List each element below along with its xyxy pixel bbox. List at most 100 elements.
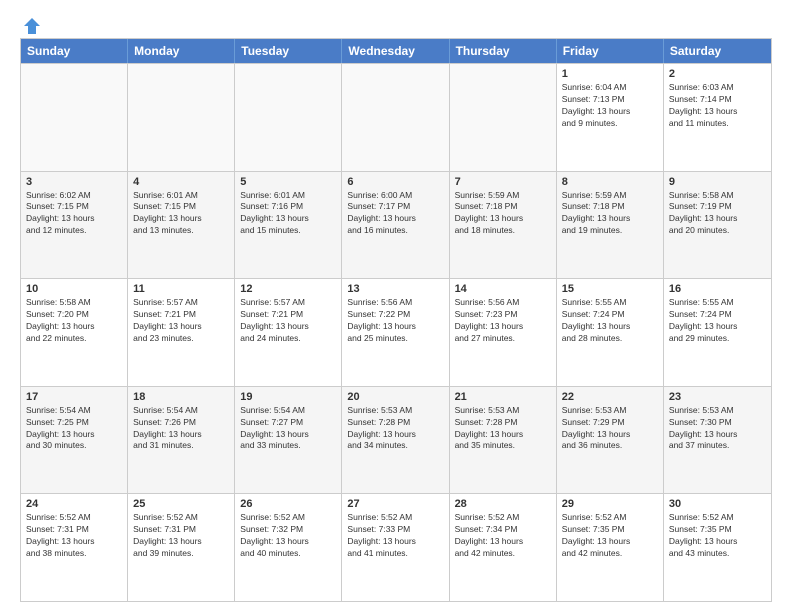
day-info: Sunrise: 5:54 AM Sunset: 7:25 PM Dayligh… [26,405,122,453]
day-number: 18 [133,391,229,403]
day-number: 8 [562,176,658,188]
day-number: 10 [26,283,122,295]
calendar-cell-27: 27 Sunrise: 5:52 AM Sunset: 7:33 PM Dayli… [342,494,449,601]
day-info: Sunrise: 5:56 AM Sunset: 7:23 PM Dayligh… [455,297,551,345]
calendar-body: 1 Sunrise: 6:04 AM Sunset: 7:13 PM Daylig… [21,63,771,601]
day-number: 30 [669,498,766,510]
calendar-cell-empty-4 [450,64,557,171]
day-number: 21 [455,391,551,403]
calendar-cell-19: 19 Sunrise: 5:54 AM Sunset: 7:27 PM Dayli… [235,387,342,494]
logo-icon [22,16,42,36]
day-info: Sunrise: 5:55 AM Sunset: 7:24 PM Dayligh… [669,297,766,345]
calendar-cell-15: 15 Sunrise: 5:55 AM Sunset: 7:24 PM Dayli… [557,279,664,386]
day-info: Sunrise: 5:57 AM Sunset: 7:21 PM Dayligh… [133,297,229,345]
calendar-cell-8: 8 Sunrise: 5:59 AM Sunset: 7:18 PM Daylig… [557,172,664,279]
calendar-cell-14: 14 Sunrise: 5:56 AM Sunset: 7:23 PM Dayli… [450,279,557,386]
calendar-cell-12: 12 Sunrise: 5:57 AM Sunset: 7:21 PM Dayli… [235,279,342,386]
calendar-cell-2: 2 Sunrise: 6:03 AM Sunset: 7:14 PM Daylig… [664,64,771,171]
calendar-cell-24: 24 Sunrise: 5:52 AM Sunset: 7:31 PM Dayli… [21,494,128,601]
day-info: Sunrise: 5:52 AM Sunset: 7:31 PM Dayligh… [133,512,229,560]
day-info: Sunrise: 5:52 AM Sunset: 7:33 PM Dayligh… [347,512,443,560]
calendar-cell-7: 7Sunrise: 5:59 AM Sunset: 7:18 PM Daylig… [450,172,557,279]
calendar-cell-20: 20Sunrise: 5:53 AM Sunset: 7:28 PM Dayli… [342,387,449,494]
day-number: 2 [669,68,766,80]
calendar-row-3: 10 Sunrise: 5:58 AM Sunset: 7:20 PM Dayli… [21,278,771,386]
calendar-cell-16: 16 Sunrise: 5:55 AM Sunset: 7:24 PM Dayli… [664,279,771,386]
calendar-cell-3: 3Sunrise: 6:02 AM Sunset: 7:15 PM Daylig… [21,172,128,279]
calendar-cell-13: 13Sunrise: 5:56 AM Sunset: 7:22 PM Dayli… [342,279,449,386]
day-info: Sunrise: 5:55 AM Sunset: 7:24 PM Dayligh… [562,297,658,345]
day-info: Sunrise: 5:57 AM Sunset: 7:21 PM Dayligh… [240,297,336,345]
calendar-cell-18: 18 Sunrise: 5:54 AM Sunset: 7:26 PM Dayli… [128,387,235,494]
day-info: Sunrise: 5:54 AM Sunset: 7:26 PM Dayligh… [133,405,229,453]
calendar-row-1: 1 Sunrise: 6:04 AM Sunset: 7:13 PM Daylig… [21,63,771,171]
header [20,16,772,32]
day-number: 7 [455,176,551,188]
calendar-cell-22: 22 Sunrise: 5:53 AM Sunset: 7:29 PM Dayli… [557,387,664,494]
day-info: Sunrise: 5:52 AM Sunset: 7:31 PM Dayligh… [26,512,122,560]
calendar: SundayMondayTuesdayWednesdayThursdayFrid… [20,38,772,602]
calendar-cell-6: 6 Sunrise: 6:00 AM Sunset: 7:17 PM Daylig… [342,172,449,279]
calendar-cell-10: 10 Sunrise: 5:58 AM Sunset: 7:20 PM Dayli… [21,279,128,386]
day-number: 1 [562,68,658,80]
day-number: 6 [347,176,443,188]
calendar-cell-empty-0 [21,64,128,171]
day-number: 27 [347,498,443,510]
calendar-header: SundayMondayTuesdayWednesdayThursdayFrid… [21,39,771,63]
weekday-header-wednesday: Wednesday [342,39,449,63]
calendar-row-2: 3Sunrise: 6:02 AM Sunset: 7:15 PM Daylig… [21,171,771,279]
calendar-row-5: 24 Sunrise: 5:52 AM Sunset: 7:31 PM Dayli… [21,493,771,601]
calendar-cell-17: 17Sunrise: 5:54 AM Sunset: 7:25 PM Dayli… [21,387,128,494]
day-number: 14 [455,283,551,295]
day-number: 15 [562,283,658,295]
day-info: Sunrise: 6:02 AM Sunset: 7:15 PM Dayligh… [26,190,122,238]
page: SundayMondayTuesdayWednesdayThursdayFrid… [0,0,792,612]
day-info: Sunrise: 5:53 AM Sunset: 7:28 PM Dayligh… [455,405,551,453]
weekday-header-sunday: Sunday [21,39,128,63]
day-number: 5 [240,176,336,188]
day-info: Sunrise: 5:54 AM Sunset: 7:27 PM Dayligh… [240,405,336,453]
calendar-cell-23: 23 Sunrise: 5:53 AM Sunset: 7:30 PM Dayli… [664,387,771,494]
day-info: Sunrise: 5:52 AM Sunset: 7:32 PM Dayligh… [240,512,336,560]
calendar-cell-empty-1 [128,64,235,171]
day-number: 24 [26,498,122,510]
day-number: 25 [133,498,229,510]
weekday-header-tuesday: Tuesday [235,39,342,63]
day-number: 12 [240,283,336,295]
day-info: Sunrise: 5:52 AM Sunset: 7:35 PM Dayligh… [669,512,766,560]
day-number: 4 [133,176,229,188]
day-info: Sunrise: 5:52 AM Sunset: 7:35 PM Dayligh… [562,512,658,560]
calendar-cell-21: 21 Sunrise: 5:53 AM Sunset: 7:28 PM Dayli… [450,387,557,494]
day-number: 9 [669,176,766,188]
day-info: Sunrise: 5:56 AM Sunset: 7:22 PM Dayligh… [347,297,443,345]
day-info: Sunrise: 5:53 AM Sunset: 7:30 PM Dayligh… [669,405,766,453]
day-number: 16 [669,283,766,295]
day-info: Sunrise: 6:01 AM Sunset: 7:16 PM Dayligh… [240,190,336,238]
calendar-cell-4: 4Sunrise: 6:01 AM Sunset: 7:15 PM Daylig… [128,172,235,279]
day-number: 26 [240,498,336,510]
day-info: Sunrise: 6:00 AM Sunset: 7:17 PM Dayligh… [347,190,443,238]
day-info: Sunrise: 5:53 AM Sunset: 7:29 PM Dayligh… [562,405,658,453]
calendar-cell-9: 9 Sunrise: 5:58 AM Sunset: 7:19 PM Daylig… [664,172,771,279]
day-info: Sunrise: 6:03 AM Sunset: 7:14 PM Dayligh… [669,82,766,130]
calendar-cell-30: 30 Sunrise: 5:52 AM Sunset: 7:35 PM Dayli… [664,494,771,601]
day-info: Sunrise: 6:04 AM Sunset: 7:13 PM Dayligh… [562,82,658,130]
calendar-cell-26: 26 Sunrise: 5:52 AM Sunset: 7:32 PM Dayli… [235,494,342,601]
day-number: 29 [562,498,658,510]
day-info: Sunrise: 5:53 AM Sunset: 7:28 PM Dayligh… [347,405,443,453]
day-number: 23 [669,391,766,403]
calendar-row-4: 17Sunrise: 5:54 AM Sunset: 7:25 PM Dayli… [21,386,771,494]
calendar-cell-empty-2 [235,64,342,171]
calendar-cell-29: 29 Sunrise: 5:52 AM Sunset: 7:35 PM Dayli… [557,494,664,601]
day-number: 22 [562,391,658,403]
day-info: Sunrise: 5:59 AM Sunset: 7:18 PM Dayligh… [562,190,658,238]
calendar-cell-empty-3 [342,64,449,171]
day-info: Sunrise: 5:58 AM Sunset: 7:20 PM Dayligh… [26,297,122,345]
day-info: Sunrise: 5:58 AM Sunset: 7:19 PM Dayligh… [669,190,766,238]
calendar-cell-1: 1 Sunrise: 6:04 AM Sunset: 7:13 PM Daylig… [557,64,664,171]
day-number: 11 [133,283,229,295]
day-number: 28 [455,498,551,510]
weekday-header-thursday: Thursday [450,39,557,63]
day-info: Sunrise: 5:52 AM Sunset: 7:34 PM Dayligh… [455,512,551,560]
day-number: 19 [240,391,336,403]
